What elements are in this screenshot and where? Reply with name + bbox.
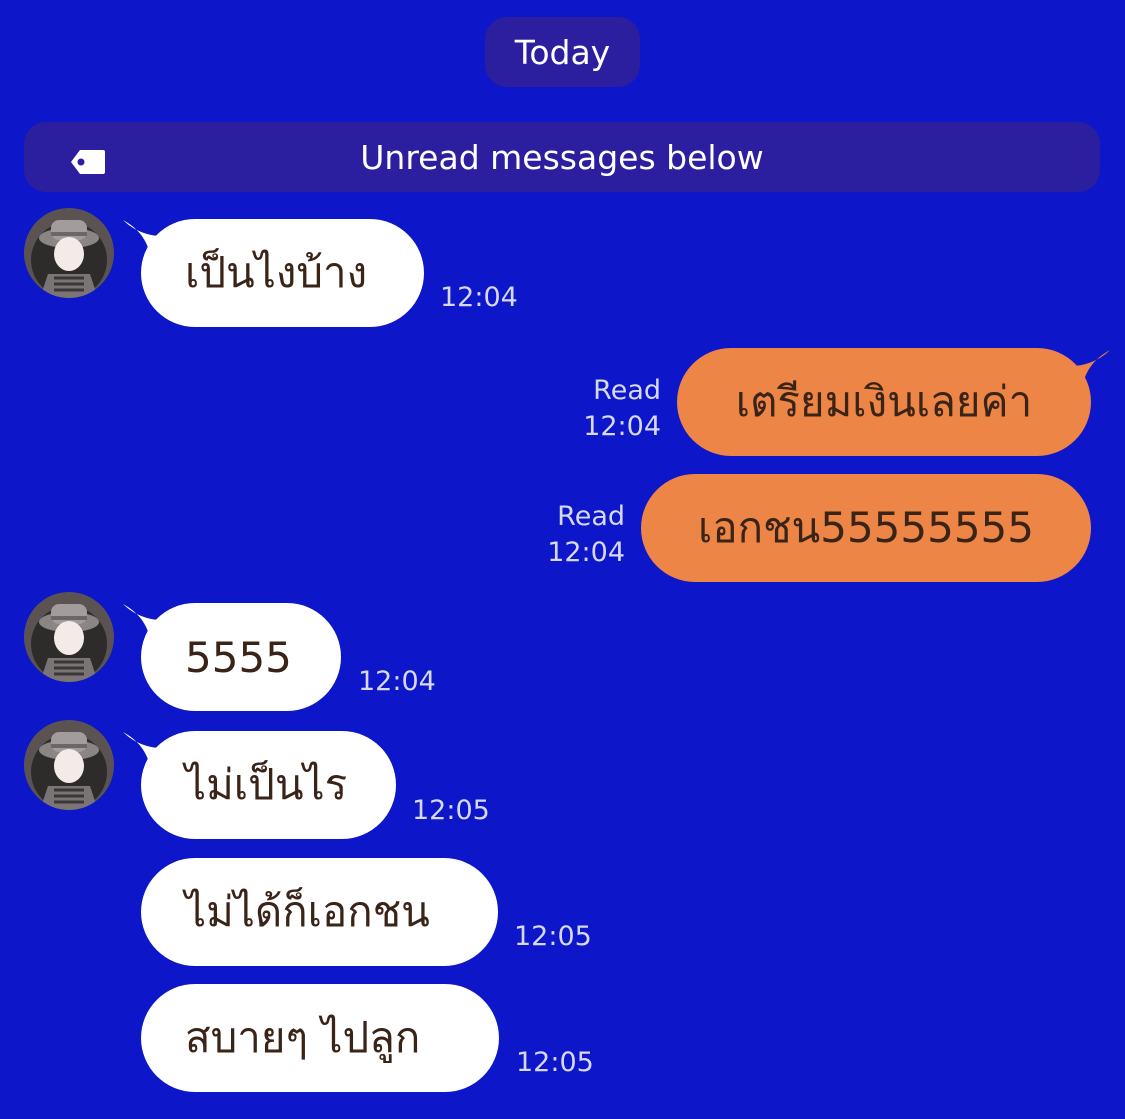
- bubble-tail: [1072, 350, 1110, 388]
- message-time: 12:05: [516, 1047, 594, 1078]
- message-time: 12:04: [583, 411, 661, 442]
- message-time: 12:05: [412, 795, 490, 826]
- message-time: 12:05: [514, 921, 592, 952]
- message-text: เตรียมเงินเลยค่า: [735, 377, 1033, 426]
- message-text: เป็นไงบ้าง: [185, 248, 368, 297]
- date-separator: Today: [485, 17, 640, 87]
- sender-avatar[interactable]: [24, 208, 114, 298]
- tag-icon: [70, 144, 106, 174]
- message-bubble[interactable]: ไม่ได้ก็เอกชน: [141, 858, 498, 966]
- message-bubble[interactable]: สบายๆ ไปลูก: [141, 984, 499, 1092]
- unread-messages-banner[interactable]: Unread messages below: [24, 122, 1100, 192]
- message-meta: Read 12:04: [547, 499, 625, 571]
- message-bubble[interactable]: ไม่เป็นไร: [141, 731, 396, 839]
- message-text: เอกชน55555555: [698, 503, 1034, 552]
- message-text: 5555: [185, 632, 292, 682]
- message-time: 12:04: [358, 666, 436, 697]
- read-status: Read: [593, 375, 661, 406]
- message-bubble[interactable]: เตรียมเงินเลยค่า: [677, 348, 1091, 456]
- sender-avatar[interactable]: [24, 720, 114, 810]
- unread-banner-label: Unread messages below: [360, 137, 764, 177]
- message-text: ไม่เป็นไร: [185, 760, 348, 809]
- message-time: 12:04: [547, 537, 625, 568]
- message-bubble[interactable]: เอกชน55555555: [641, 474, 1091, 582]
- message-bubble[interactable]: เป็นไงบ้าง: [141, 219, 424, 327]
- message-time: 12:04: [440, 282, 518, 313]
- message-meta: Read 12:04: [583, 373, 661, 445]
- message-text: ไม่ได้ก็เอกชน: [185, 887, 430, 936]
- read-status: Read: [557, 501, 625, 532]
- message-text: สบายๆ ไปลูก: [185, 1013, 421, 1062]
- message-bubble[interactable]: 5555: [141, 603, 341, 711]
- sender-avatar[interactable]: [24, 592, 114, 682]
